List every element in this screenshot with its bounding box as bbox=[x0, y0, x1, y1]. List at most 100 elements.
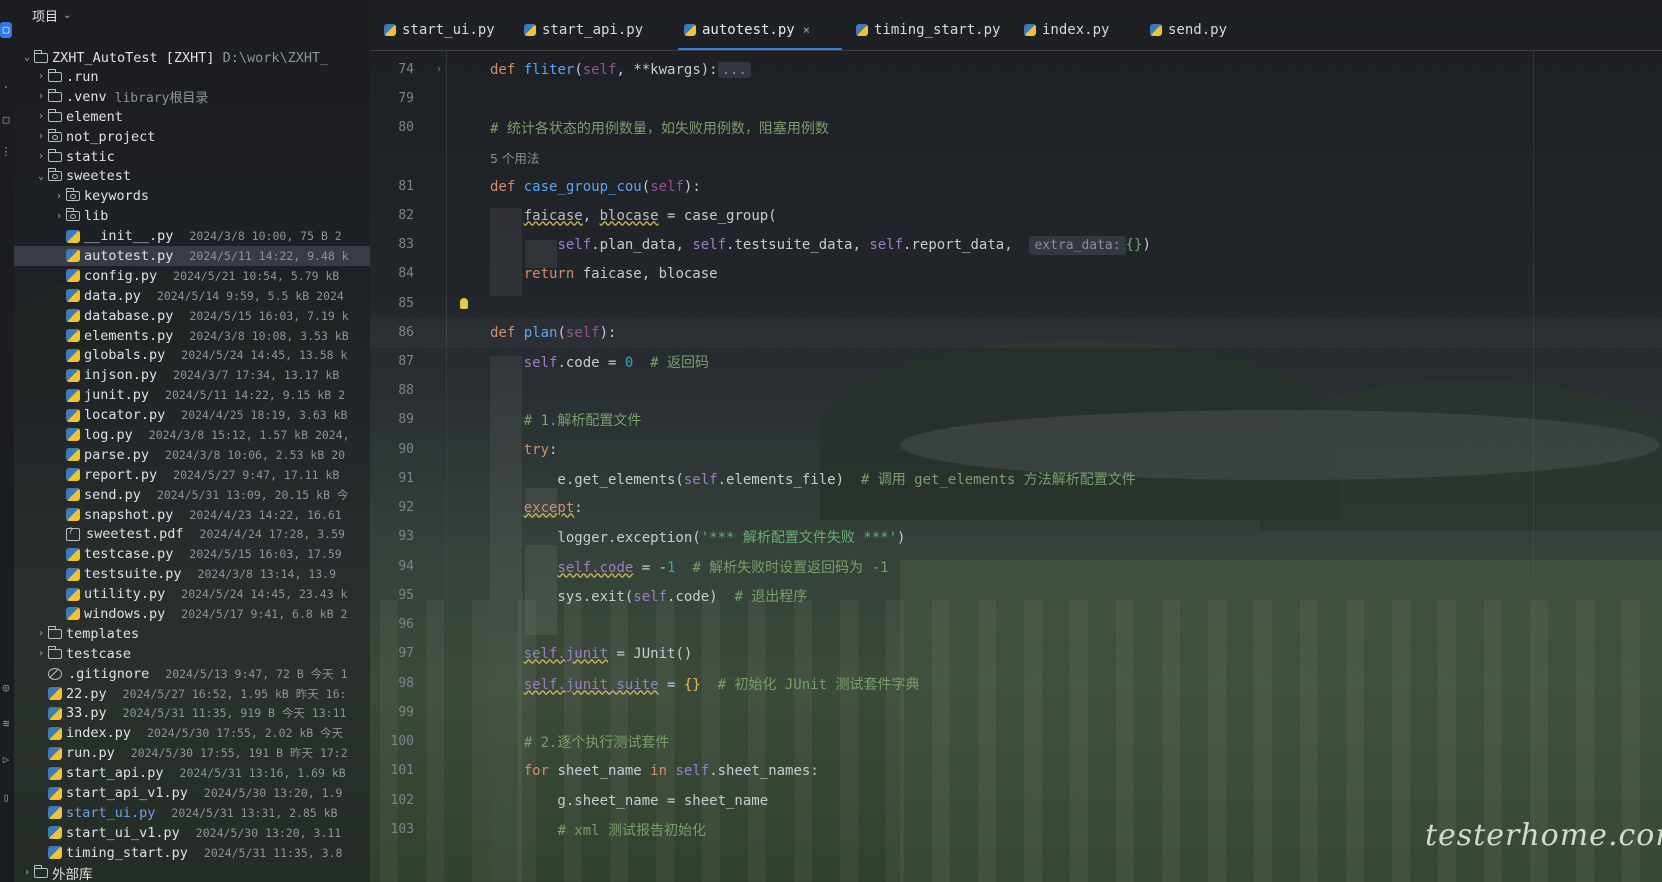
terminal-icon[interactable]: ▯ bbox=[0, 790, 12, 806]
tree-item[interactable]: log.py 2024/3/8 15:12, 1.57 kB 2024, bbox=[14, 425, 370, 445]
code-line[interactable]: 5 个用法 bbox=[370, 142, 1662, 173]
tree-item[interactable]: › testcase bbox=[14, 644, 370, 664]
code-line[interactable]: 91 e.get_elements(self.elements_file) # … bbox=[370, 463, 1662, 494]
tree-item[interactable]: report.py 2024/5/27 9:47, 17.11 kB bbox=[14, 465, 370, 485]
tree-item[interactable]: start_api_v1.py 2024/5/30 13:20, 1.9 bbox=[14, 783, 370, 803]
tree-item[interactable]: windows.py 2024/5/17 9:41, 6.8 kB 2 bbox=[14, 604, 370, 624]
code-line[interactable]: 89 # 1.解析配置文件 bbox=[370, 404, 1662, 435]
tree-item[interactable]: utility.py 2024/5/24 14:45, 23.43 k bbox=[14, 584, 370, 604]
tree-item[interactable]: › templates bbox=[14, 624, 370, 644]
tree-item[interactable]: start_ui_v1.py 2024/5/30 13:20, 3.11 bbox=[14, 823, 370, 843]
python-file-icon bbox=[48, 846, 62, 860]
tree-item[interactable]: __init__.py 2024/3/8 10:00, 75 B 2 bbox=[14, 226, 370, 246]
tab-index[interactable]: index.py bbox=[1010, 10, 1136, 50]
code-line[interactable]: 99 bbox=[370, 697, 1662, 728]
chevron-right-icon[interactable]: › bbox=[34, 91, 48, 102]
tree-item[interactable]: › .venv library根目录 bbox=[14, 87, 370, 107]
tree-item[interactable]: ⌄ sweetest bbox=[14, 166, 370, 186]
chevron-right-icon[interactable]: › bbox=[52, 211, 66, 222]
chevron-down-icon[interactable]: ⌄ bbox=[34, 171, 48, 182]
code-line[interactable]: 80 # 统计各状态的用例数量，如失败用例数，阻塞用例数 bbox=[370, 112, 1662, 143]
tree-item[interactable]: index.py 2024/5/30 17:55, 2.02 kB 今天 bbox=[14, 723, 370, 743]
tree-item[interactable]: data.py 2024/5/14 9:59, 5.5 kB 2024 bbox=[14, 286, 370, 306]
tree-item[interactable]: injson.py 2024/3/7 17:34, 13.17 kB bbox=[14, 365, 370, 385]
tree-item[interactable]: › element bbox=[14, 107, 370, 127]
project-panel-header[interactable]: 项目 ⌄ bbox=[14, 0, 370, 30]
tab-autotest[interactable]: autotest.py × bbox=[670, 10, 842, 50]
code-line[interactable]: 95 sys.exit(self.code) # 退出程序 bbox=[370, 580, 1662, 611]
tree-item[interactable]: locator.py 2024/4/25 18:19, 3.63 kB bbox=[14, 405, 370, 425]
tree-item[interactable]: testsuite.py 2024/3/8 13:14, 13.9 bbox=[14, 564, 370, 584]
chevron-right-icon[interactable]: › bbox=[34, 648, 48, 659]
code-line[interactable]: 90 try: bbox=[370, 434, 1662, 465]
tree-item[interactable]: junit.py 2024/5/11 14:22, 9.15 kB 2 bbox=[14, 385, 370, 405]
tab-timing-start[interactable]: timing_start.py bbox=[842, 10, 1010, 50]
line-number: 85 bbox=[398, 296, 414, 311]
code-line[interactable]: 83 self.plan_data, self.testsuite_data, … bbox=[370, 229, 1662, 260]
tree-item[interactable]: sweetest.pdf 2024/4/24 17:28, 3.59 bbox=[14, 524, 370, 544]
tree-item[interactable]: database.py 2024/5/15 16:03, 7.19 k bbox=[14, 306, 370, 326]
tree-item[interactable]: elements.py 2024/3/8 10:08, 3.53 kB bbox=[14, 326, 370, 346]
python-packages-icon[interactable]: ◎ bbox=[0, 680, 12, 696]
tree-item[interactable]: config.py 2024/5/21 10:54, 5.79 kB bbox=[14, 266, 370, 286]
tree-item[interactable]: testcase.py 2024/5/15 16:03, 17.59 bbox=[14, 544, 370, 564]
structure-tool-icon[interactable]: □ bbox=[0, 112, 12, 128]
code-line[interactable]: 84 return faicase, blocase bbox=[370, 258, 1662, 289]
tab-start-ui[interactable]: start_ui.py bbox=[370, 10, 510, 50]
tree-item[interactable]: › static bbox=[14, 147, 370, 167]
project-tool-icon[interactable]: ▢ bbox=[0, 22, 12, 38]
code-line[interactable]: 86 def plan(self): bbox=[370, 317, 1662, 348]
code-line[interactable]: 102 g.sheet_name = sheet_name bbox=[370, 785, 1662, 816]
usages-hint[interactable]: 5 个用法 bbox=[490, 151, 539, 166]
code-line[interactable]: 94 self.code = -1 # 解析失败时设置返回码为 -1 bbox=[370, 551, 1662, 582]
tree-root[interactable]: ⌄ ZXHT_AutoTest [ZXHT] D:\work\ZXHT_ bbox=[14, 48, 370, 68]
lightbulb-icon[interactable] bbox=[460, 298, 468, 309]
chevron-right-icon[interactable]: › bbox=[34, 628, 48, 639]
code-line[interactable]: 87 self.code = 0 # 返回码 bbox=[370, 346, 1662, 377]
tab-send[interactable]: send.py bbox=[1136, 10, 1246, 50]
tree-item[interactable]: snapshot.py 2024/4/23 14:22, 16.61 bbox=[14, 505, 370, 525]
close-icon[interactable]: × bbox=[803, 23, 810, 37]
tree-item[interactable]: globals.py 2024/5/24 14:45, 13.58 k bbox=[14, 345, 370, 365]
tab-start-api[interactable]: start_api.py bbox=[510, 10, 670, 50]
tree-item[interactable]: › keywords bbox=[14, 186, 370, 206]
tree-item[interactable]: › .run bbox=[14, 67, 370, 87]
more-tools-icon[interactable]: ⋮ bbox=[0, 144, 12, 160]
code-line[interactable]: 92 except: bbox=[370, 492, 1662, 523]
code-line[interactable]: 82 faicase, blocase = case_group( bbox=[370, 200, 1662, 231]
chevron-right-icon[interactable]: › bbox=[34, 131, 48, 142]
tree-item[interactable]: parse.py 2024/3/8 10:06, 2.53 kB 20 bbox=[14, 445, 370, 465]
tree-item[interactable]: start_ui.py 2024/5/31 13:31, 2.85 kB bbox=[14, 803, 370, 823]
code-line[interactable]: 100 # 2.逐个执行测试套件 bbox=[370, 726, 1662, 757]
tree-item[interactable]: › lib bbox=[14, 206, 370, 226]
tree-item[interactable]: › not_project bbox=[14, 127, 370, 147]
code-line[interactable]: 101 for sheet_name in self.sheet_names: bbox=[370, 755, 1662, 786]
tree-item[interactable]: autotest.py 2024/5/11 14:22, 9.48 k bbox=[14, 246, 370, 266]
code-line[interactable]: 74 › def fliter(self, **kwargs):... bbox=[370, 54, 1662, 85]
tree-item[interactable]: .gitignore 2024/5/13 9:47, 72 B 今天 1 bbox=[14, 664, 370, 684]
chevron-right-icon[interactable]: › bbox=[34, 71, 48, 82]
code-line[interactable]: 96 bbox=[370, 609, 1662, 640]
code-line[interactable]: 98 self.junit_suite = {} # 初始化 JUnit 测试套… bbox=[370, 668, 1662, 699]
chevron-right-icon[interactable]: › bbox=[52, 191, 66, 202]
tree-item[interactable]: start_api.py 2024/5/31 13:16, 1.69 kB bbox=[14, 763, 370, 783]
commit-tool-icon[interactable]: · bbox=[0, 80, 12, 96]
tree-item[interactable]: send.py 2024/5/31 13:09, 20.15 kB 今 bbox=[14, 485, 370, 505]
code-line[interactable]: 79 bbox=[370, 83, 1662, 114]
code-line[interactable]: 88 bbox=[370, 375, 1662, 406]
tree-item[interactable]: timing_start.py 2024/5/31 11:35, 3.8 bbox=[14, 843, 370, 863]
code-line[interactable]: 85 bbox=[370, 288, 1662, 319]
chevron-right-icon[interactable]: › bbox=[20, 867, 34, 878]
fold-icon[interactable]: › bbox=[436, 64, 442, 75]
code-line[interactable]: 97 self.junit = JUnit() bbox=[370, 638, 1662, 669]
tree-item[interactable]: run.py 2024/5/30 17:55, 191 B 昨天 17:2 bbox=[14, 743, 370, 763]
tree-item[interactable]: 22.py 2024/5/27 16:52, 1.95 kB 昨天 16: bbox=[14, 684, 370, 704]
tree-item[interactable]: 33.py 2024/5/31 11:35, 919 B 今天 13:11 bbox=[14, 704, 370, 724]
tree-item[interactable]: › 外部库 bbox=[14, 863, 370, 882]
chevron-right-icon[interactable]: › bbox=[34, 111, 48, 122]
code-line[interactable]: 81 def case_group_cou(self): bbox=[370, 171, 1662, 202]
layers-icon[interactable]: ≋ bbox=[0, 716, 12, 732]
chevron-right-icon[interactable]: › bbox=[34, 151, 48, 162]
services-icon[interactable]: ▷ bbox=[0, 752, 12, 768]
code-line[interactable]: 93 logger.exception('*** 解析配置文件失败 ***') bbox=[370, 521, 1662, 552]
